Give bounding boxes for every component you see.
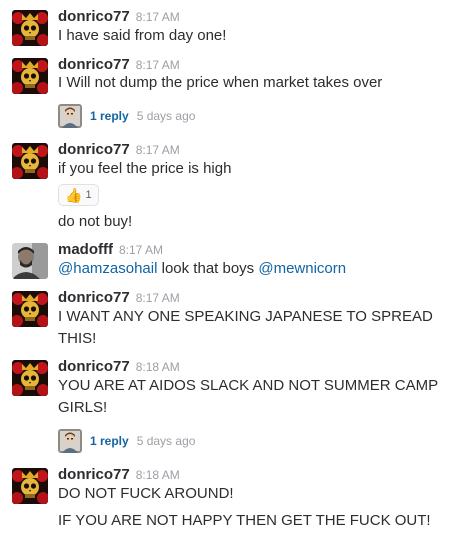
reply-avatar [58,104,82,128]
message-text: DO NOT FUCK AROUND! [58,485,234,502]
avatar[interactable] [12,360,48,396]
message-text: THIS! [58,330,97,347]
timestamp[interactable]: 8:17 AM [136,143,180,157]
avatar[interactable] [12,58,48,94]
message-text: YOU ARE AT AIDOS SLACK AND NOT SUMMER CA… [58,377,439,394]
user-mention[interactable]: @mewnicorn [258,260,346,277]
message-text: do not buy! [58,213,133,230]
reply-time: 5 days ago [136,434,196,448]
timestamp[interactable]: 8:18 AM [136,468,180,482]
author-name[interactable]: donrico77 [58,141,130,158]
author-name[interactable]: donrico77 [58,8,130,25]
avatar[interactable] [12,291,48,327]
skull-rose-avatar [12,468,48,504]
avatar[interactable] [12,468,48,504]
author-name[interactable]: donrico77 [58,466,130,483]
message-text: IF YOU ARE NOT HAPPY THEN GET THE FUCK O… [58,512,431,529]
message-fragment: look that boys [157,260,259,277]
thread-replies[interactable]: 1 reply 5 days ago [58,104,195,128]
reply-time: 5 days ago [136,109,196,123]
timestamp[interactable]: 8:17 AM [136,58,180,72]
author-name[interactable]: donrico77 [58,358,130,375]
avatar[interactable] [12,243,48,279]
thread-replies[interactable]: 1 reply 5 days ago [58,429,195,453]
skull-rose-avatar [12,58,48,94]
author-name[interactable]: donrico77 [58,56,130,73]
reaction-pill[interactable]: 👍 1 [58,184,99,206]
skull-rose-avatar [12,291,48,327]
skull-rose-avatar [12,10,48,46]
skull-rose-avatar [12,360,48,396]
reply-count-link[interactable]: 1 reply [90,109,129,123]
avatar[interactable] [12,10,48,46]
message-text: GIRLS! [58,399,108,416]
reaction-count: 1 [85,189,92,201]
timestamp[interactable]: 8:17 AM [136,291,180,305]
message-text: I Will not dump the price when market ta… [58,74,383,91]
skull-rose-avatar [12,143,48,179]
avatar[interactable] [12,143,48,179]
reply-avatar-icon [58,104,82,128]
user-mention[interactable]: @hamzasohail [58,260,157,277]
author-name[interactable]: donrico77 [58,289,130,306]
message-text: I have said from day one! [58,27,227,44]
photo-avatar [12,243,48,279]
author-name[interactable]: madofff [58,241,113,258]
timestamp[interactable]: 8:17 AM [136,10,180,24]
message-text: @hamzasohail look that boys @mewnicorn [58,258,346,280]
reply-count-link[interactable]: 1 reply [90,434,129,448]
reply-avatar-icon [58,429,82,453]
reply-avatar [58,429,82,453]
thumbs-up-icon: 👍 [65,187,83,203]
message-text: I WANT ANY ONE SPEAKING JAPANESE TO SPRE… [58,308,433,325]
message-text: if you feel the price is high [58,160,232,177]
timestamp[interactable]: 8:18 AM [136,360,180,374]
timestamp[interactable]: 8:17 AM [119,243,163,257]
